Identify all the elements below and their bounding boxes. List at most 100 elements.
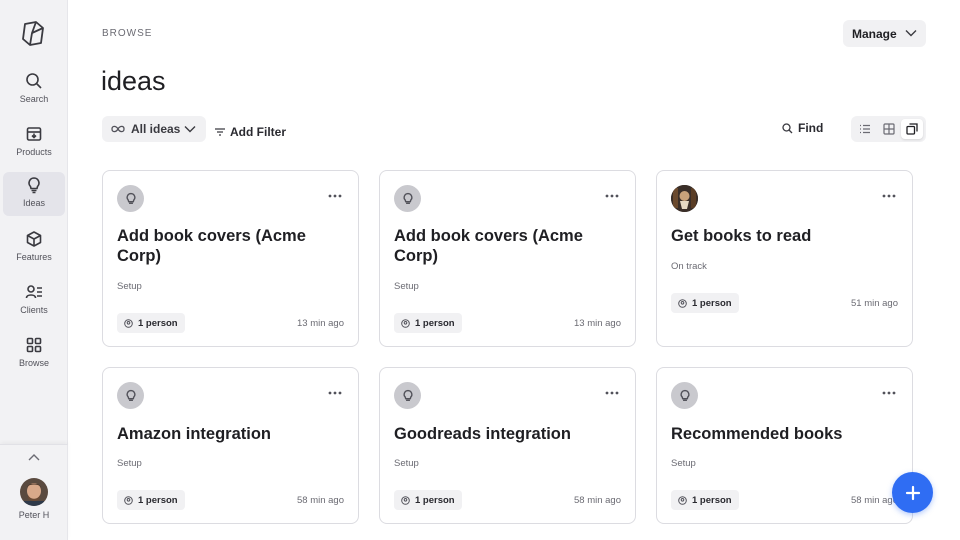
list-icon <box>860 124 870 134</box>
idea-card[interactable]: Goodreads integration Setup 1 person 58 … <box>379 367 636 524</box>
chevron-up-icon[interactable] <box>27 453 41 463</box>
idea-card[interactable]: Recommended books Setup 1 person 58 min … <box>656 367 913 524</box>
add-filter-label: Add Filter <box>230 125 286 139</box>
sidebar-item-ideas[interactable]: Ideas <box>3 172 65 216</box>
grid-view-button[interactable] <box>878 119 900 139</box>
sidebar-item-browse[interactable]: Browse <box>3 332 65 376</box>
people-badge[interactable]: 1 person <box>117 490 185 510</box>
more-options-icon[interactable] <box>882 391 896 395</box>
sidebar-item-features[interactable]: Features <box>3 226 65 270</box>
people-icon <box>401 318 410 328</box>
add-filter-button[interactable]: Add Filter <box>214 124 286 140</box>
filter-icon <box>215 128 225 136</box>
people-count: 1 person <box>415 317 455 329</box>
idea-status: Setup <box>117 458 142 469</box>
manage-button[interactable]: Manage <box>843 20 926 47</box>
idea-icon <box>117 382 144 409</box>
chevron-down-icon <box>184 126 196 133</box>
lightbulb-icon <box>28 177 40 194</box>
idea-timestamp: 58 min ago <box>573 495 621 506</box>
people-badge[interactable]: 1 person <box>671 293 739 313</box>
chevron-down-icon <box>905 30 917 37</box>
search-icon <box>782 122 793 133</box>
find-button[interactable]: Find <box>782 121 823 135</box>
idea-card[interactable]: Amazon integration Setup 1 person 58 min… <box>102 367 359 524</box>
idea-status: Setup <box>394 281 419 292</box>
idea-title: Add book covers (Acme Corp) <box>117 227 306 265</box>
grid-icon <box>883 123 895 135</box>
idea-card[interactable]: Get books to read On track 1 person 51 m… <box>656 170 913 347</box>
plus-icon <box>905 485 920 500</box>
view-mode-toggle <box>851 116 926 142</box>
sidebar-item-label: Products <box>16 147 52 157</box>
idea-title: Amazon integration <box>117 425 272 443</box>
sidebar-item-label: Browse <box>18 358 49 368</box>
idea-timestamp: 58 min ago <box>296 495 344 506</box>
clients-icon <box>25 285 42 299</box>
people-count: 1 person <box>138 317 178 329</box>
idea-status: Setup <box>394 458 419 469</box>
infinity-icon <box>111 125 125 133</box>
idea-title: Add book covers (Acme Corp) <box>394 227 583 265</box>
idea-title: Recommended books <box>671 425 843 443</box>
cards-view-button[interactable] <box>901 119 923 139</box>
sidebar-item-products[interactable]: Products <box>3 121 65 165</box>
products-icon <box>26 127 42 141</box>
cards-icon <box>906 123 918 135</box>
idea-card[interactable]: Add book covers (Acme Corp) Setup 1 pers… <box>379 170 636 347</box>
idea-timestamp: 13 min ago <box>573 318 621 329</box>
idea-icon <box>394 382 421 409</box>
list-view-button[interactable] <box>854 119 876 139</box>
idea-card[interactable]: Add book covers (Acme Corp) Setup 1 pers… <box>102 170 359 347</box>
people-count: 1 person <box>692 297 732 309</box>
lightbulb-icon <box>125 389 136 401</box>
avatar[interactable] <box>20 478 48 506</box>
people-badge[interactable]: 1 person <box>117 313 185 333</box>
people-icon <box>678 495 687 505</box>
view-selector-label: All ideas <box>131 122 181 136</box>
sidebar-item-label: Ideas <box>22 198 46 208</box>
page-title: ideas <box>101 66 166 96</box>
sidebar-item-search[interactable]: Search <box>3 68 65 112</box>
more-options-icon[interactable] <box>605 194 619 198</box>
people-badge[interactable]: 1 person <box>671 490 739 510</box>
idea-title: Goodreads integration <box>394 425 571 443</box>
idea-status: Setup <box>117 281 142 292</box>
user-name: Peter H <box>18 510 50 520</box>
people-icon <box>124 495 133 505</box>
cube-icon <box>26 231 42 247</box>
people-count: 1 person <box>415 494 455 506</box>
find-label: Find <box>798 121 824 135</box>
people-badge[interactable]: 1 person <box>394 490 462 510</box>
idea-timestamp: 51 min ago <box>850 298 898 309</box>
add-idea-button[interactable] <box>892 472 933 513</box>
sidebar-item-clients[interactable]: Clients <box>3 279 65 323</box>
user-panel: Peter H <box>0 444 68 540</box>
sidebar-item-label: Features <box>16 252 52 262</box>
breadcrumb[interactable]: BROWSE <box>102 28 152 39</box>
more-options-icon[interactable] <box>328 391 342 395</box>
idea-avatar <box>671 185 698 212</box>
more-options-icon[interactable] <box>328 194 342 198</box>
people-icon <box>124 318 133 328</box>
idea-icon <box>394 185 421 212</box>
people-icon <box>401 495 410 505</box>
lightbulb-icon <box>402 192 413 204</box>
more-options-icon[interactable] <box>882 194 896 198</box>
more-options-icon[interactable] <box>605 391 619 395</box>
idea-title: Get books to read <box>671 227 812 245</box>
lightbulb-icon <box>125 192 136 204</box>
manage-button-label: Manage <box>852 26 897 41</box>
people-badge[interactable]: 1 person <box>394 313 462 333</box>
photo-avatar <box>671 185 698 212</box>
lightbulb-icon <box>402 389 413 401</box>
sidebar-item-label: Clients <box>20 305 48 315</box>
sidebar-item-label: Search <box>19 94 49 104</box>
grid-icon <box>26 337 42 353</box>
idea-status: Setup <box>671 458 696 469</box>
people-icon <box>678 298 687 308</box>
view-selector[interactable]: All ideas <box>102 116 206 142</box>
idea-icon <box>671 382 698 409</box>
app-logo-icon[interactable] <box>19 19 47 47</box>
idea-timestamp: 58 min ago <box>850 495 898 506</box>
